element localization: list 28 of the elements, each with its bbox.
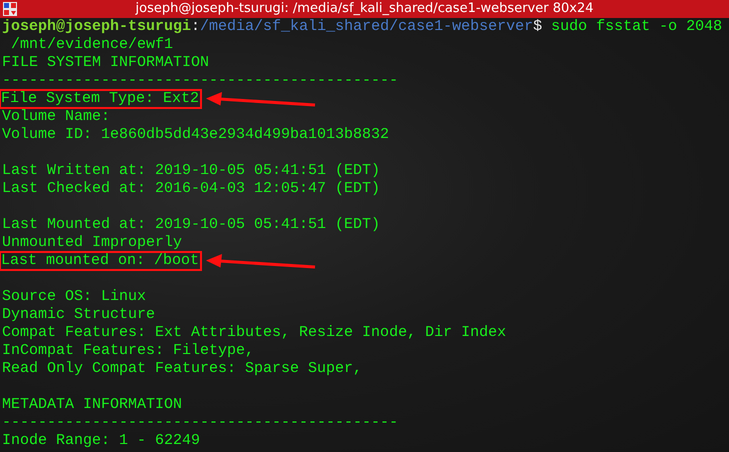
arrow-icon bbox=[206, 254, 316, 268]
prompt-path: /media/sf_kali_shared/case1-webserver bbox=[200, 18, 534, 36]
window-title: joseph@joseph-tsurugi: /media/sf_kali_shared/case1-webserver 80x24 bbox=[136, 0, 594, 18]
prompt-separator: : bbox=[191, 18, 200, 36]
output-line: Read Only Compat Features: Sparse Super, bbox=[2, 360, 362, 378]
terminal-app-icon bbox=[3, 2, 17, 16]
output-line: Compat Features: Ext Attributes, Resize Inode, Dir Index bbox=[2, 324, 506, 342]
output-line: Volume ID: 1e860db5dd43e2934d499ba1013b8832 bbox=[2, 126, 390, 144]
output-line: Last Written at: 2019-10-05 05:41:51 (EDT) bbox=[2, 162, 380, 180]
output-line: InCompat Features: Filetype, bbox=[2, 342, 254, 360]
highlighted-output-line: File System Type: Ext2 bbox=[0, 90, 202, 108]
output-line: /mnt/evidence/ewf1 bbox=[10, 36, 174, 54]
output-line: Volume Name: bbox=[2, 108, 110, 126]
output-line: Inode Range: 1 - 62249 bbox=[2, 432, 200, 450]
command-text: sudo fsstat -o 2048 bbox=[551, 18, 722, 36]
prompt-user: joseph@joseph-tsurugi bbox=[2, 18, 192, 36]
output-line: METADATA INFORMATION bbox=[2, 396, 182, 414]
output-line: -------------------------------------------- bbox=[2, 72, 398, 90]
output-line: -------------------------------------------- bbox=[2, 414, 398, 432]
output-line: Unmounted Improperly bbox=[2, 234, 182, 252]
output-line: Last Checked at: 2016-04-03 12:05:47 (EDT) bbox=[2, 180, 380, 198]
output-line: Dynamic Structure bbox=[2, 306, 156, 324]
output-line: Last Mounted at: 2019-10-05 05:41:51 (EDT) bbox=[2, 216, 380, 234]
arrow-icon bbox=[206, 92, 316, 106]
highlighted-output-line: Last mounted on: /boot bbox=[0, 252, 202, 270]
prompt-symbol: $ bbox=[533, 18, 542, 36]
output-line: Source OS: Linux bbox=[2, 288, 146, 306]
output-line: FILE SYSTEM INFORMATION bbox=[2, 54, 210, 72]
